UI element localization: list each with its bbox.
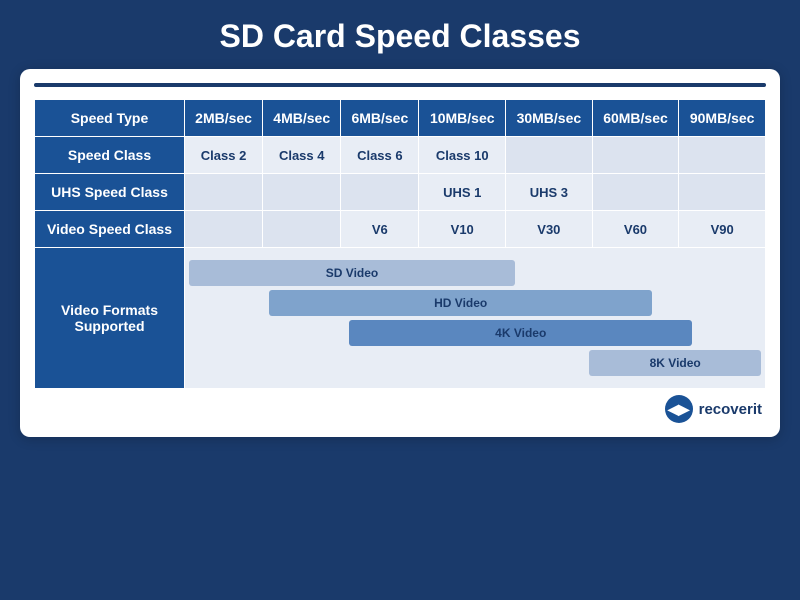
video-formats-label: Video FormatsSupported bbox=[35, 248, 185, 389]
uhs-0 bbox=[185, 174, 263, 211]
video-5: V60 bbox=[592, 211, 679, 248]
video-speed-row: Video Speed Class V6 V10 V30 V60 V90 bbox=[35, 211, 766, 248]
video-6: V90 bbox=[679, 211, 766, 248]
footer: ◀▶ recoverit bbox=[34, 389, 766, 425]
uhs-2 bbox=[341, 174, 419, 211]
video-2: V6 bbox=[341, 211, 419, 248]
uhs-1 bbox=[263, 174, 341, 211]
speed-classes-table: Speed Type 2MB/sec 4MB/sec 6MB/sec 10MB/… bbox=[34, 99, 766, 389]
speed-class-label: Speed Class bbox=[35, 137, 185, 174]
video-3: V10 bbox=[419, 211, 506, 248]
8k-video-label: 8K Video bbox=[650, 356, 701, 370]
brand-logo: ◀▶ bbox=[665, 395, 693, 423]
4k-video-label: 4K Video bbox=[495, 326, 546, 340]
col-header-6: 90MB/sec bbox=[679, 100, 766, 137]
row-label-header: Speed Type bbox=[35, 100, 185, 137]
brand: ◀▶ recoverit bbox=[665, 395, 762, 423]
uhs-6 bbox=[679, 174, 766, 211]
speed-class-1: Class 4 bbox=[263, 137, 341, 174]
speed-class-3: Class 10 bbox=[419, 137, 506, 174]
8k-video-bar: 8K Video bbox=[589, 350, 761, 376]
top-line bbox=[34, 83, 766, 87]
video-1 bbox=[263, 211, 341, 248]
uhs-label: UHS Speed Class bbox=[35, 174, 185, 211]
col-header-4: 30MB/sec bbox=[506, 100, 593, 137]
speed-class-5 bbox=[592, 137, 679, 174]
uhs-3: UHS 1 bbox=[419, 174, 506, 211]
sd-video-label: SD Video bbox=[326, 266, 378, 280]
speed-class-0: Class 2 bbox=[185, 137, 263, 174]
video-bar-container: SD Video HD Video 4K Video bbox=[185, 256, 765, 380]
col-header-1: 4MB/sec bbox=[263, 100, 341, 137]
col-header-2: 6MB/sec bbox=[341, 100, 419, 137]
speed-class-2: Class 6 bbox=[341, 137, 419, 174]
uhs-5 bbox=[592, 174, 679, 211]
sd-video-bar: SD Video bbox=[189, 260, 515, 286]
video-formats-row: Video FormatsSupported SD Video HD Video bbox=[35, 248, 766, 389]
video-4: V30 bbox=[506, 211, 593, 248]
speed-class-row: Speed Class Class 2 Class 4 Class 6 Clas… bbox=[35, 137, 766, 174]
speed-class-6 bbox=[679, 137, 766, 174]
4k-video-bar: 4K Video bbox=[349, 320, 692, 346]
uhs-4: UHS 3 bbox=[506, 174, 593, 211]
video-speed-label: Video Speed Class bbox=[35, 211, 185, 248]
col-header-5: 60MB/sec bbox=[592, 100, 679, 137]
hd-video-bar: HD Video bbox=[269, 290, 652, 316]
hd-video-label: HD Video bbox=[434, 296, 487, 310]
speed-class-4 bbox=[506, 137, 593, 174]
col-header-0: 2MB/sec bbox=[185, 100, 263, 137]
video-formats-data: SD Video HD Video 4K Video bbox=[185, 248, 766, 389]
uhs-row: UHS Speed Class UHS 1 UHS 3 bbox=[35, 174, 766, 211]
card-container: Speed Type 2MB/sec 4MB/sec 6MB/sec 10MB/… bbox=[20, 69, 780, 437]
header-row: Speed Type 2MB/sec 4MB/sec 6MB/sec 10MB/… bbox=[35, 100, 766, 137]
brand-name: recoverit bbox=[699, 401, 762, 418]
video-0 bbox=[185, 211, 263, 248]
page-title: SD Card Speed Classes bbox=[0, 0, 800, 69]
col-header-3: 10MB/sec bbox=[419, 100, 506, 137]
